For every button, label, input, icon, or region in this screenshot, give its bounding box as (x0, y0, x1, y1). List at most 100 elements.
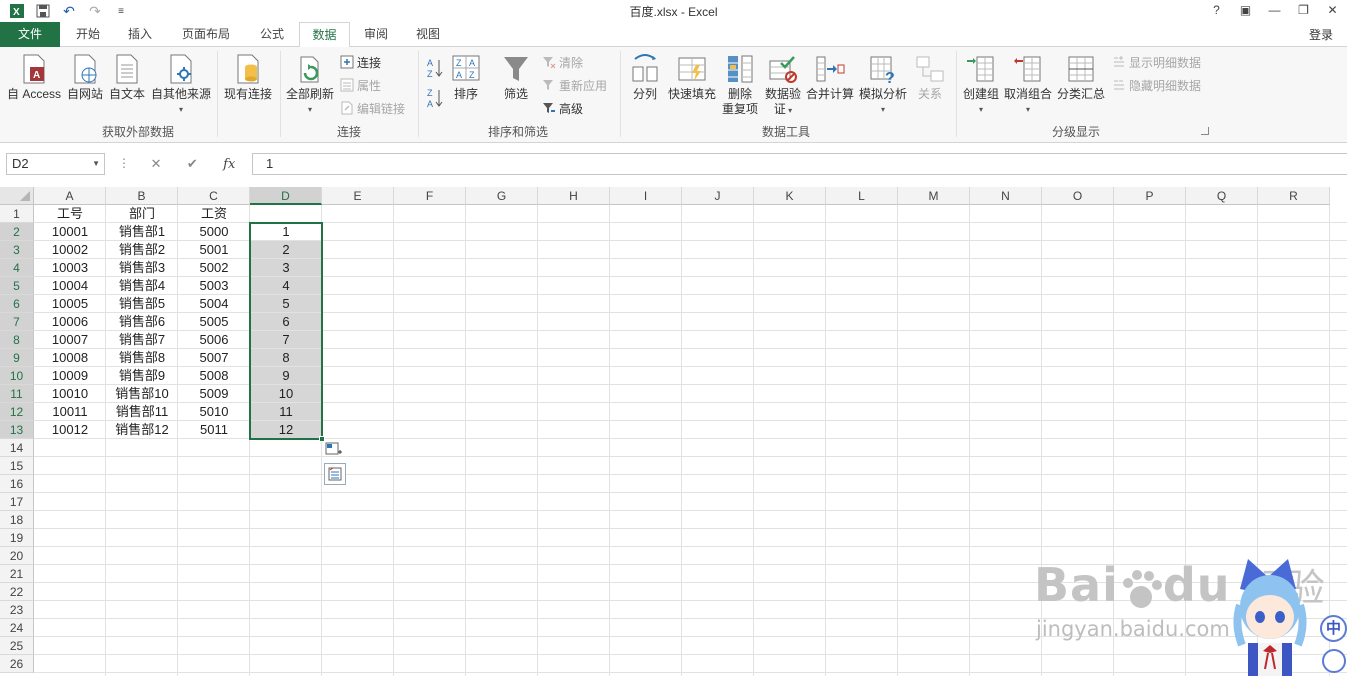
data-cell[interactable]: 销售部4 (106, 277, 178, 295)
data-cell[interactable]: 5005 (178, 313, 250, 331)
data-cell[interactable]: 5010 (178, 403, 250, 421)
data-cell[interactable]: 销售部5 (106, 295, 178, 313)
data-cell[interactable]: 5001 (178, 241, 250, 259)
row-header-12[interactable]: 12 (0, 403, 34, 421)
tab-view[interactable]: 视图 (402, 22, 454, 47)
data-cell[interactable]: 10012 (34, 421, 106, 439)
data-cell[interactable]: 5008 (178, 367, 250, 385)
data-cell[interactable]: 销售部3 (106, 259, 178, 277)
data-cell[interactable]: 销售部6 (106, 313, 178, 331)
sort-button[interactable]: ZAAZ 排序 (448, 53, 484, 102)
sort-za-button[interactable]: ZA (426, 88, 444, 109)
data-cell[interactable]: 销售部2 (106, 241, 178, 259)
column-header-g[interactable]: G (466, 187, 538, 205)
header-cell-a[interactable]: 工号 (34, 205, 106, 223)
row-header-13[interactable]: 13 (0, 421, 34, 439)
row-header-3[interactable]: 3 (0, 241, 34, 259)
row-header-25[interactable]: 25 (0, 637, 34, 655)
insert-function-icon[interactable]: fx (223, 157, 235, 172)
cancel-icon[interactable]: ✕ (151, 156, 162, 172)
row-header-24[interactable]: 24 (0, 619, 34, 637)
data-cell[interactable]: 5009 (178, 385, 250, 403)
data-cell[interactable]: 销售部11 (106, 403, 178, 421)
column-header-d[interactable]: D (250, 187, 322, 205)
consolidate-button[interactable]: 合并计算 (804, 53, 856, 102)
row-header-6[interactable]: 6 (0, 295, 34, 313)
selection-range[interactable] (249, 222, 323, 440)
what-if-analysis-button[interactable]: ? 模拟分析 ▾ (856, 53, 910, 117)
row-header-1[interactable]: 1 (0, 205, 34, 223)
data-cell[interactable]: 10004 (34, 277, 106, 295)
header-cell-b[interactable]: 部门 (106, 205, 178, 223)
row-header-20[interactable]: 20 (0, 547, 34, 565)
row-header-15[interactable]: 15 (0, 457, 34, 475)
data-cell[interactable]: 10006 (34, 313, 106, 331)
formula-input[interactable]: 1 (252, 153, 1347, 175)
data-cell[interactable]: 10008 (34, 349, 106, 367)
row-header-18[interactable]: 18 (0, 511, 34, 529)
ungroup-button[interactable]: 取消组合 ▾ (1002, 53, 1054, 117)
column-header-l[interactable]: L (826, 187, 898, 205)
data-cell[interactable]: 10010 (34, 385, 106, 403)
row-header-19[interactable]: 19 (0, 529, 34, 547)
row-header-22[interactable]: 22 (0, 583, 34, 601)
column-header-b[interactable]: B (106, 187, 178, 205)
data-cell[interactable]: 10007 (34, 331, 106, 349)
from-text-button[interactable]: 自文本 (107, 53, 147, 102)
data-cell[interactable]: 销售部10 (106, 385, 178, 403)
data-cell[interactable]: 5004 (178, 295, 250, 313)
minimize-icon[interactable]: — (1260, 0, 1289, 20)
row-header-26[interactable]: 26 (0, 655, 34, 673)
existing-connections-button[interactable]: 现有连接 (222, 53, 274, 102)
row-header-7[interactable]: 7 (0, 313, 34, 331)
row-header-10[interactable]: 10 (0, 367, 34, 385)
data-cell[interactable]: 销售部8 (106, 349, 178, 367)
data-cell[interactable]: 10011 (34, 403, 106, 421)
column-header-n[interactable]: N (970, 187, 1042, 205)
group-button[interactable]: 创建组 ▾ (960, 53, 1002, 117)
help-icon[interactable]: ? (1202, 0, 1231, 20)
data-cell[interactable]: 销售部1 (106, 223, 178, 241)
outline-dialog-launcher-icon[interactable] (1201, 127, 1209, 135)
data-cell[interactable]: 5007 (178, 349, 250, 367)
header-cell-c[interactable]: 工资 (178, 205, 250, 223)
column-header-j[interactable]: J (682, 187, 754, 205)
tab-insert[interactable]: 插入 (114, 22, 166, 47)
from-other-sources-button[interactable]: 自其他来源 ▾ (149, 53, 213, 117)
row-header-14[interactable]: 14 (0, 439, 34, 457)
data-cell[interactable]: 5000 (178, 223, 250, 241)
column-header-o[interactable]: O (1042, 187, 1114, 205)
column-header-c[interactable]: C (178, 187, 250, 205)
tab-formulas[interactable]: 公式 (246, 22, 298, 47)
from-access-button[interactable]: A 自 Access (4, 53, 64, 102)
name-box[interactable]: D2 ▼ (6, 153, 105, 175)
auto-fill-options-icon[interactable] (324, 441, 344, 459)
data-cell[interactable]: 10002 (34, 241, 106, 259)
data-cell[interactable]: 10001 (34, 223, 106, 241)
tab-file[interactable]: 文件 (0, 22, 60, 47)
column-header-f[interactable]: F (394, 187, 466, 205)
data-cell[interactable]: 10005 (34, 295, 106, 313)
tab-home[interactable]: 开始 (62, 22, 114, 47)
row-header-21[interactable]: 21 (0, 565, 34, 583)
column-header-m[interactable]: M (898, 187, 970, 205)
remove-duplicates-button[interactable]: 删除 重复项 (718, 53, 762, 117)
column-header-a[interactable]: A (34, 187, 106, 205)
row-header-8[interactable]: 8 (0, 331, 34, 349)
formula-bar-grip-icon[interactable]: ⋮ (118, 156, 130, 170)
tab-review[interactable]: 审阅 (350, 22, 402, 47)
data-cell[interactable]: 5003 (178, 277, 250, 295)
flash-fill-button[interactable]: 快速填充 (666, 53, 718, 102)
refresh-all-button[interactable]: 全部刷新 ▾ (284, 53, 336, 117)
row-header-23[interactable]: 23 (0, 601, 34, 619)
tab-data[interactable]: 数据 (299, 22, 350, 48)
column-header-h[interactable]: H (538, 187, 610, 205)
data-cell[interactable]: 5006 (178, 331, 250, 349)
sort-az-button[interactable]: AZ (426, 58, 444, 79)
data-cell[interactable]: 10009 (34, 367, 106, 385)
quick-analysis-icon[interactable] (324, 463, 346, 485)
enter-icon[interactable]: ✔ (187, 156, 198, 172)
data-cell[interactable]: 5011 (178, 421, 250, 439)
worksheet-grid[interactable]: A B C D E F G H I J K L M N O P Q R 1 2 3 4 5 6 7 8 9 10 11 12 13 14 15 1… (0, 187, 1347, 676)
advanced-filter-button[interactable]: 高级 (542, 99, 583, 117)
